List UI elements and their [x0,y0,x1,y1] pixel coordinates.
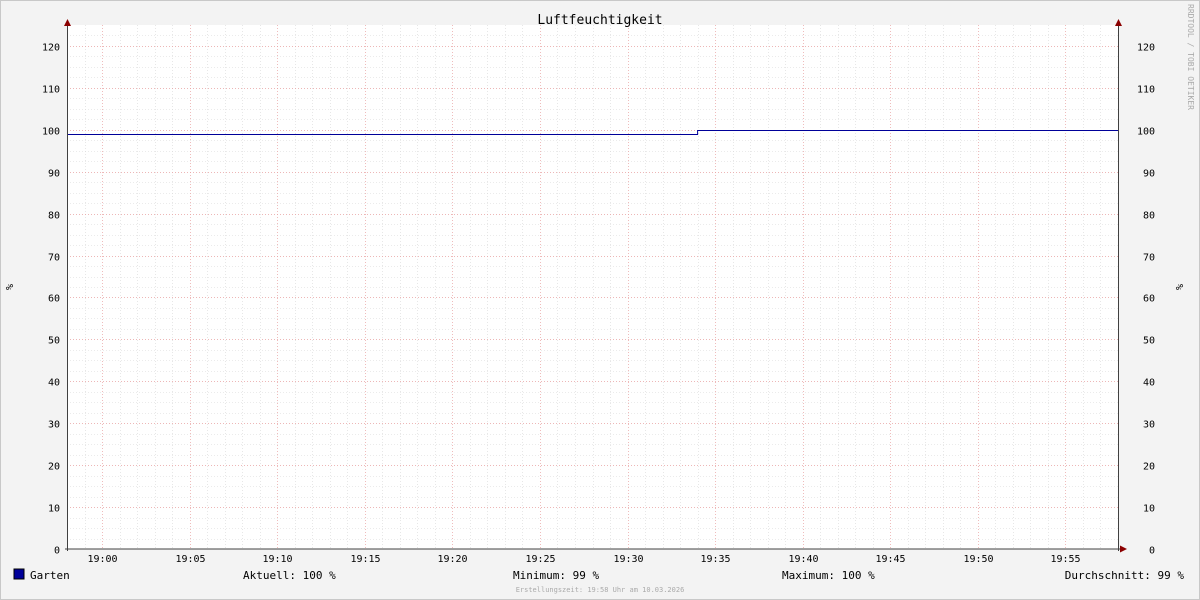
x-tick-label: 19:40 [788,554,818,565]
legend-stat-average-value: 99 % [1158,569,1185,582]
y-tick-label-right: 100 [1137,127,1155,138]
y-tick-label-left: 40 [48,378,60,389]
legend-series-label: Garten [30,569,70,582]
legend-stat-current-value: 100 % [303,569,336,582]
humidity-chart: Luftfeuchtigkeit % % RRDTOOL / TOBI OETI… [0,0,1200,600]
y-tick-label-right: 110 [1137,85,1155,96]
legend-stat-minimum: Minimum: 99 % [513,569,599,582]
y-axis-label-right: % [1175,284,1186,290]
x-tick-label: 19:50 [963,554,993,565]
y-tick-label-left: 10 [48,504,60,515]
y-tick-label-right: 120 [1137,43,1155,54]
x-tick-label: 19:15 [350,554,380,565]
footer-timestamp: Erstellungszeit: 19:58 Uhr am 10.03.2026 [516,586,685,594]
x-tick-label: 19:30 [613,554,643,565]
y-tick-label-right: 40 [1143,378,1155,389]
y-tick-label-right: 80 [1143,211,1155,222]
y-tick-label-left: 0 [54,546,60,557]
legend-stat-average-label: Durchschnitt: [1065,569,1151,582]
x-tick-label: 19:35 [700,554,730,565]
y-tick-label-right: 10 [1143,504,1155,515]
y-tick-label-right: 70 [1143,253,1155,264]
legend-stat-current: Aktuell: 100 % [243,569,336,582]
x-tick-label: 19:00 [87,554,117,565]
y-tick-label-left: 60 [48,294,60,305]
legend-stat-average: Durchschnitt: 99 % [1065,569,1185,582]
y-tick-label-right: 50 [1143,336,1155,347]
y-tick-label-right: 0 [1149,546,1155,557]
legend-stat-minimum-label: Minimum: [513,569,566,582]
legend-stat-maximum: Maximum: 100 % [782,569,875,582]
y-tick-label-left: 70 [48,253,60,264]
chart-title: Luftfeuchtigkeit [537,13,662,28]
y-tick-label-right: 30 [1143,420,1155,431]
y-tick-label-left: 120 [42,43,60,54]
y-tick-label-left: 90 [48,169,60,180]
y-axis-label-left: % [5,284,16,290]
legend-stat-current-label: Aktuell: [243,569,296,582]
legend-stat-minimum-value: 99 % [573,569,600,582]
y-tick-label-left: 20 [48,462,60,473]
legend-swatch-garten [13,568,25,580]
x-tick-label: 19:25 [525,554,555,565]
y-tick-label-left: 80 [48,211,60,222]
x-tick-label: 19:55 [1050,554,1080,565]
x-tick-label: 19:20 [437,554,467,565]
y-tick-label-left: 100 [42,127,60,138]
y-tick-label-left: 50 [48,336,60,347]
y-tick-label-right: 90 [1143,169,1155,180]
y-tick-label-left: 30 [48,420,60,431]
y-tick-label-right: 60 [1143,294,1155,305]
watermark: RRDTOOL / TOBI OETIKER [1186,4,1195,110]
x-tick-label: 19:10 [262,554,292,565]
x-tick-label: 19:05 [175,554,205,565]
y-tick-label-left: 110 [42,85,60,96]
legend-stat-maximum-label: Maximum: [782,569,835,582]
y-tick-label-right: 20 [1143,462,1155,473]
legend-stat-maximum-value: 100 % [842,569,875,582]
x-tick-label: 19:45 [875,554,905,565]
